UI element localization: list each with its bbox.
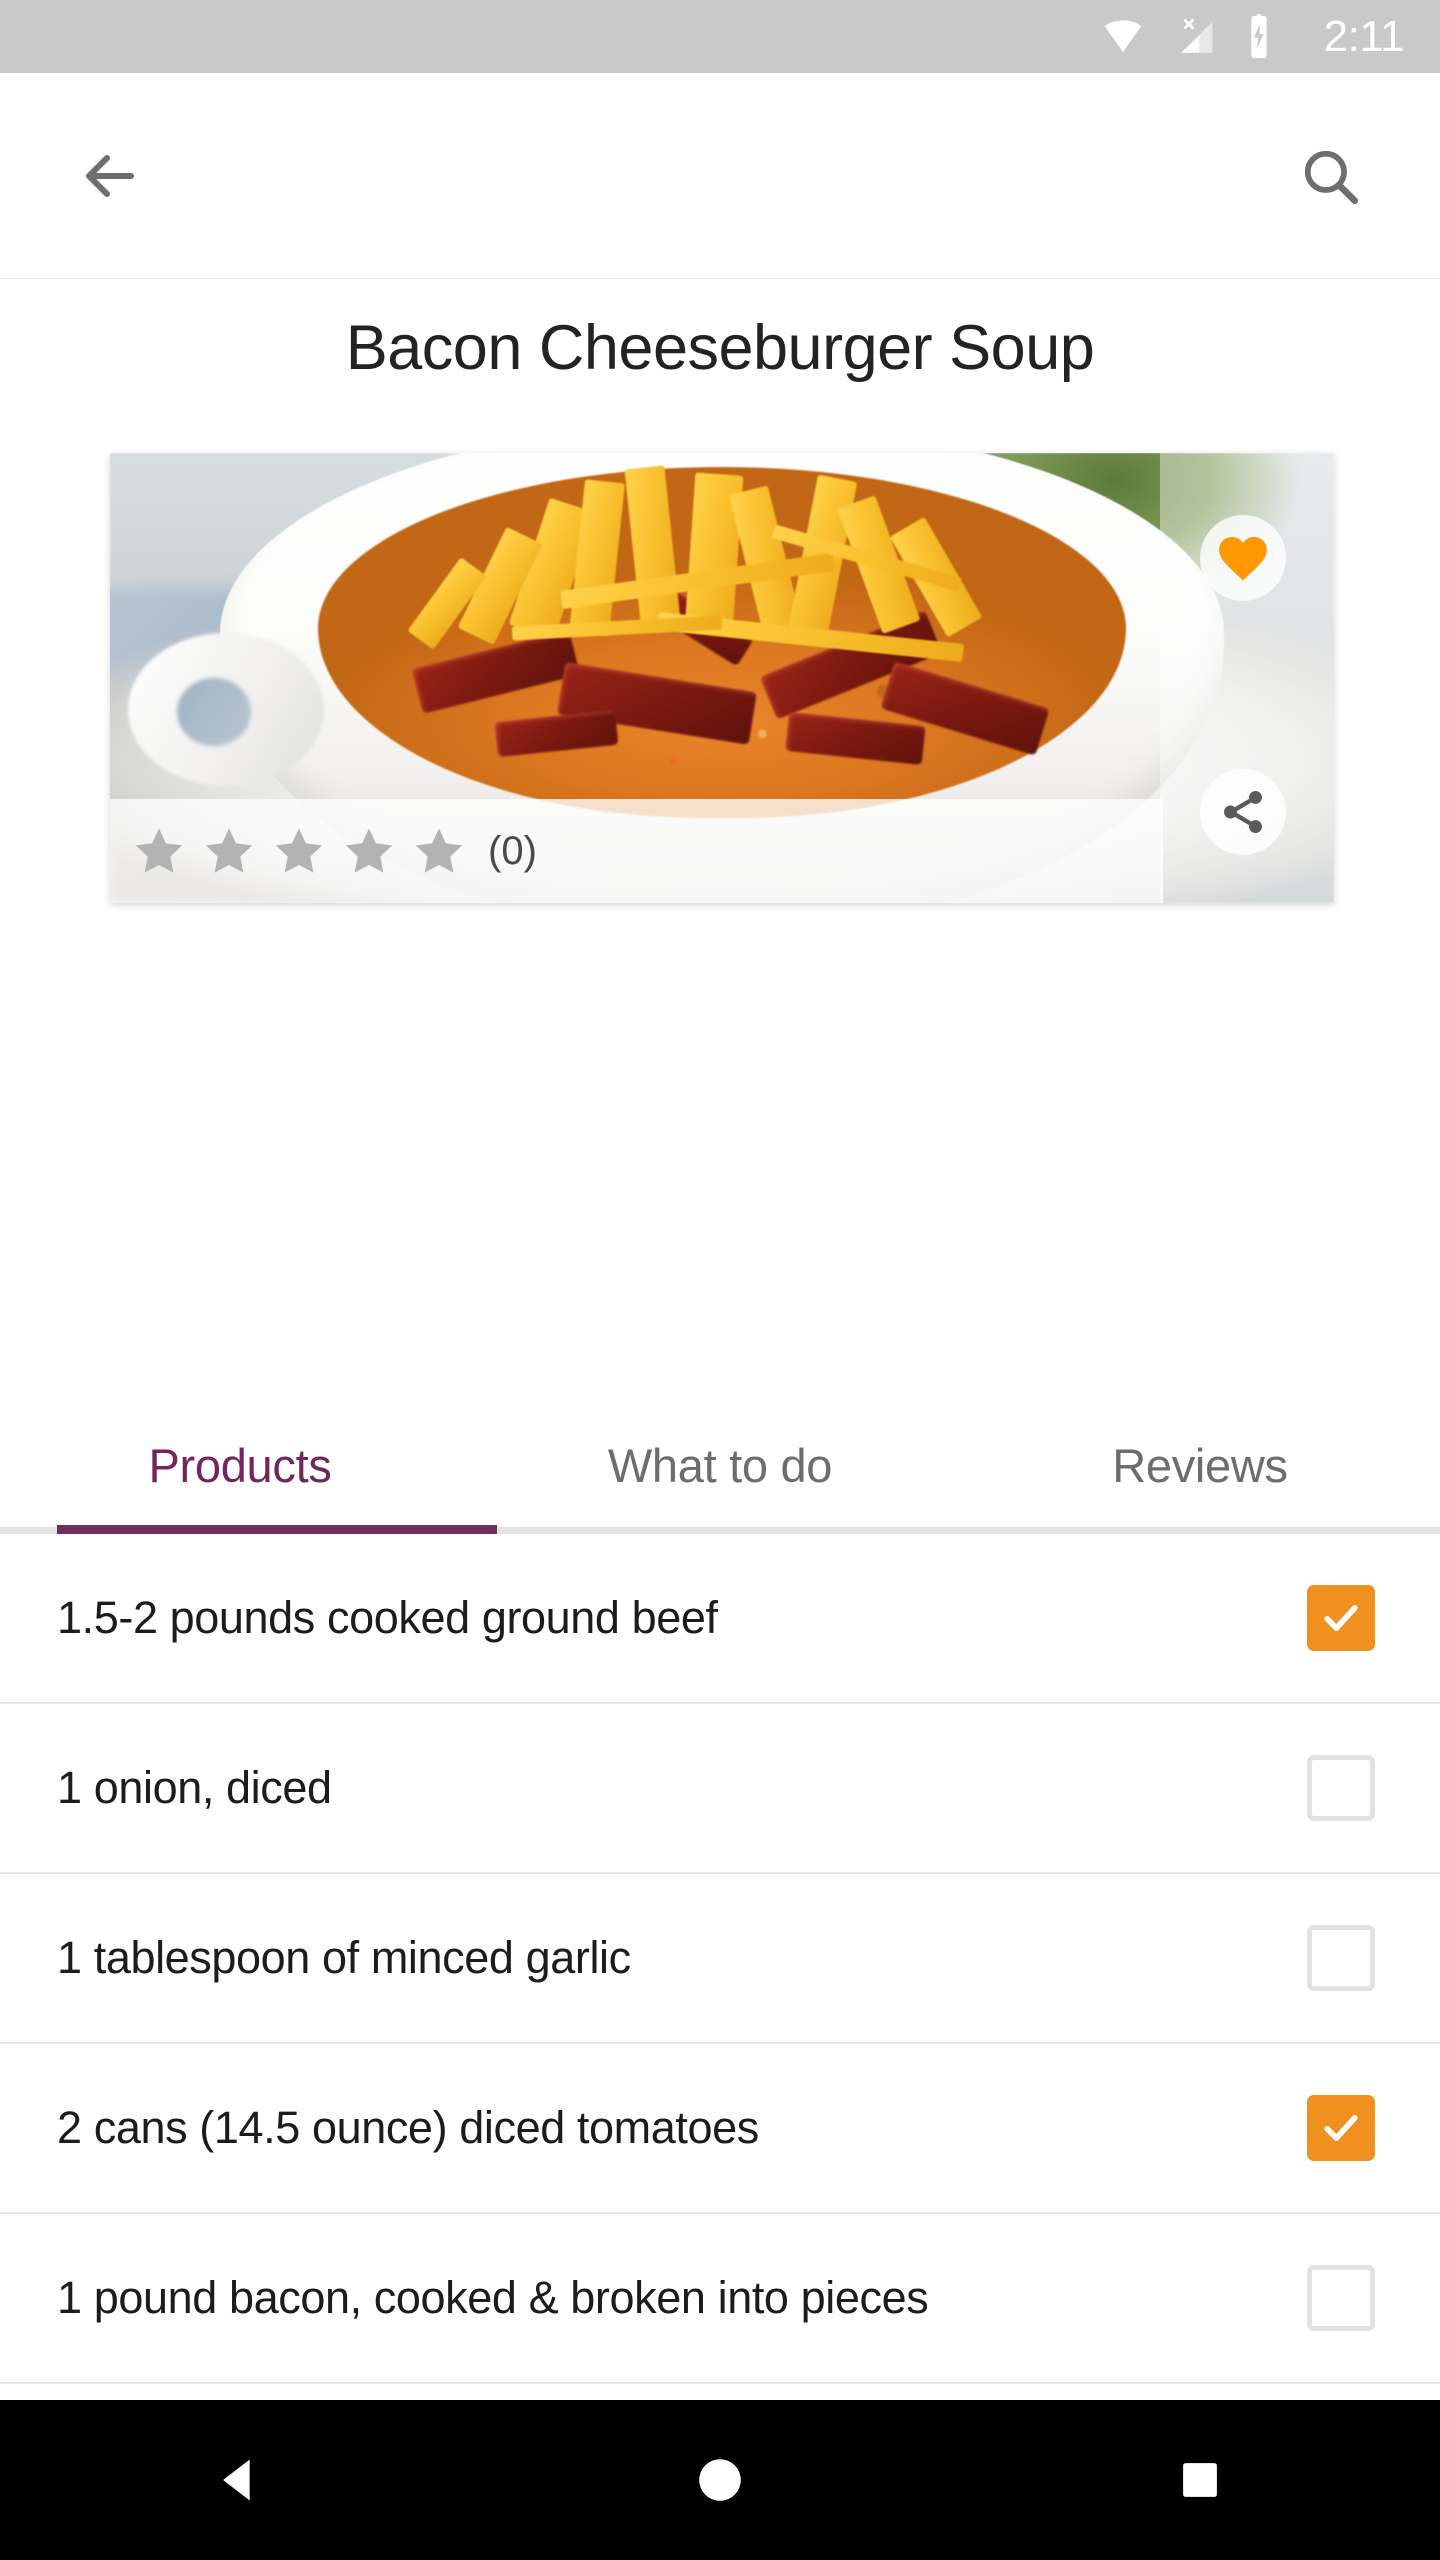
search-icon: [1304, 150, 1359, 204]
check-icon: [1324, 2115, 1358, 2141]
list-item[interactable]: 1 tablespoon of minced garlic: [0, 1874, 1440, 2044]
tab-products[interactable]: Products: [0, 1403, 480, 1527]
star-icon[interactable]: [202, 824, 256, 878]
recipe-image-card[interactable]: (0): [110, 453, 1334, 903]
circle-home-icon: [699, 2459, 741, 2501]
ingredient-label: 2 cans (14.5 ounce) diced tomatoes: [57, 2102, 759, 2154]
tab-active-indicator: [57, 1525, 497, 1534]
recipe-tabs[interactable]: Products What to do Reviews: [0, 1403, 1440, 1527]
star-icon[interactable]: [412, 824, 466, 878]
ingredient-label: 1 onion, diced: [57, 1762, 332, 1814]
star-icon[interactable]: [132, 824, 186, 878]
share-button[interactable]: [1200, 769, 1286, 855]
star-icon[interactable]: [342, 824, 396, 878]
arrow-back-icon: [86, 154, 134, 197]
list-item[interactable]: 1.5-2 pounds cooked ground beef: [0, 1534, 1440, 1704]
favorite-button[interactable]: [1200, 515, 1286, 601]
status-bar: 2:11: [0, 0, 1440, 73]
rating-bar[interactable]: (0): [110, 798, 1163, 903]
tab-what-to-do[interactable]: What to do: [480, 1403, 960, 1527]
ingredient-list[interactable]: 1.5-2 pounds cooked ground beef 1 onion,…: [0, 1534, 1440, 2384]
star-rating[interactable]: [132, 824, 466, 878]
ingredient-checkbox[interactable]: [1307, 1755, 1375, 1821]
heart-icon: [1219, 536, 1267, 581]
ingredient-checkbox[interactable]: [1307, 2095, 1375, 2161]
nav-back-button[interactable]: [160, 2400, 320, 2560]
square-recents-icon: [1183, 2463, 1217, 2497]
wifi-icon: [1104, 19, 1141, 52]
ingredient-checkbox[interactable]: [1307, 1585, 1375, 1651]
status-bar-icons: 2:11: [1100, 11, 1405, 61]
rating-count: (0): [488, 828, 537, 873]
tab-reviews[interactable]: Reviews: [960, 1403, 1440, 1527]
share-icon: [1224, 790, 1262, 834]
recipe-photo[interactable]: (0): [110, 453, 1334, 903]
nav-recents-button[interactable]: [1120, 2400, 1280, 2560]
battery-charging-icon: [1250, 13, 1267, 58]
triangle-back-icon: [223, 2459, 250, 2501]
ingredient-checkbox[interactable]: [1307, 2265, 1375, 2331]
ingredient-label: 1.5-2 pounds cooked ground beef: [57, 1592, 718, 1644]
list-item[interactable]: 2 cans (14.5 ounce) diced tomatoes: [0, 2044, 1440, 2214]
back-button[interactable]: [62, 128, 158, 224]
check-icon: [1324, 1605, 1358, 1631]
nav-home-button[interactable]: [640, 2400, 800, 2560]
ingredient-label: 1 tablespoon of minced garlic: [57, 1932, 631, 1984]
recipe-detail-scroll[interactable]: Bacon Cheeseburger Soup (0) Products Wha…: [0, 280, 1440, 2400]
app-bar: [0, 73, 1440, 279]
search-button[interactable]: [1282, 128, 1378, 224]
ingredient-checkbox[interactable]: [1307, 1925, 1375, 1991]
android-nav-bar: [0, 2400, 1440, 2560]
star-icon[interactable]: [272, 824, 326, 878]
cellular-no-sim-icon: [1180, 18, 1213, 53]
ingredient-label: 1 pound bacon, cooked & broken into piec…: [57, 2272, 929, 2324]
list-item[interactable]: 1 pound bacon, cooked & broken into piec…: [0, 2214, 1440, 2384]
page-title: Bacon Cheeseburger Soup: [345, 313, 1095, 383]
status-bar-clock: 2:11: [1323, 11, 1405, 61]
list-item[interactable]: 1 onion, diced: [0, 1704, 1440, 1874]
